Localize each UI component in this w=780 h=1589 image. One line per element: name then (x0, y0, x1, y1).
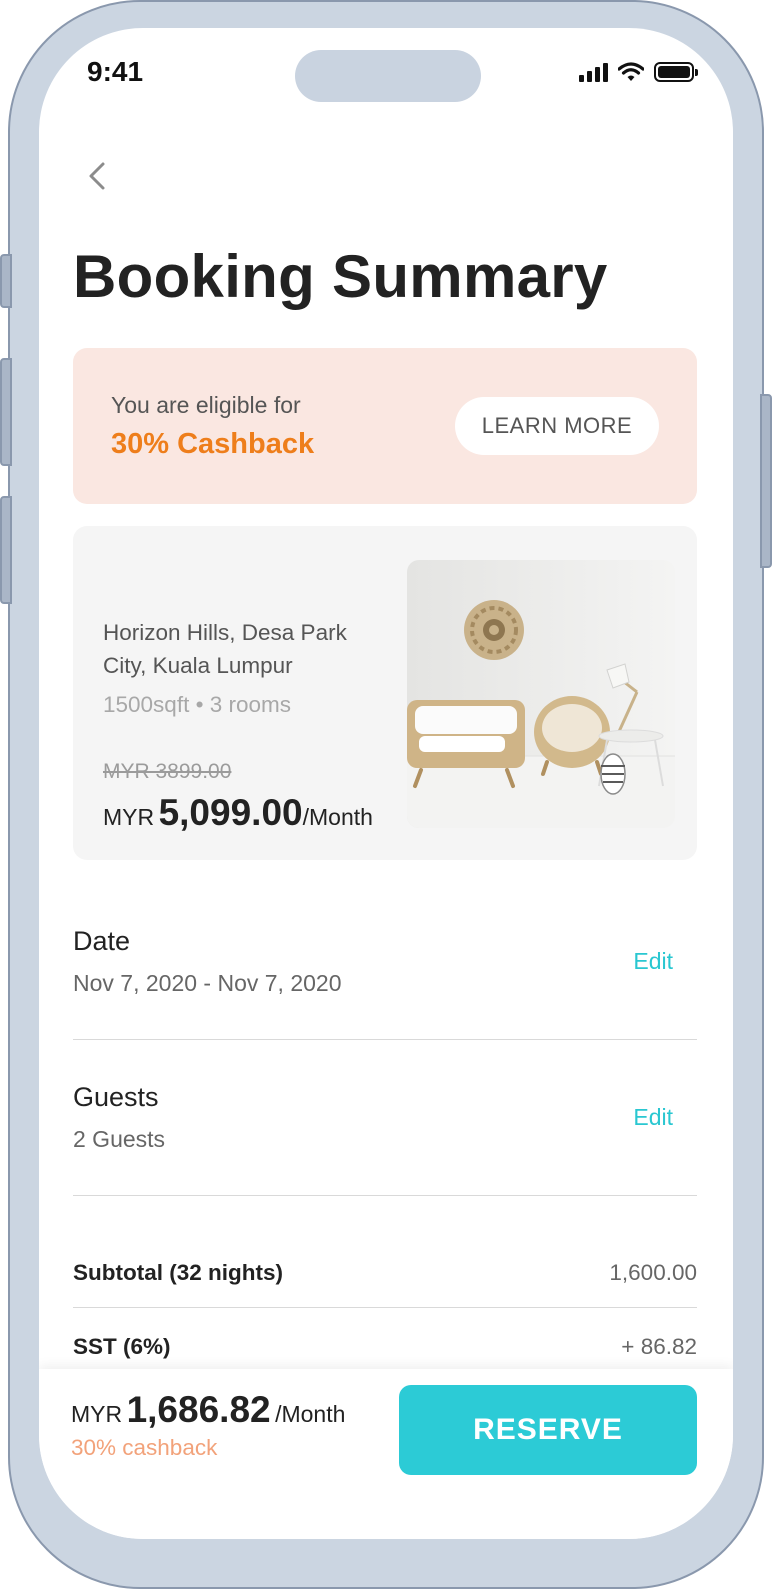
listing-card[interactable]: Horizon Hills, Desa Park City, Kuala Lum… (73, 526, 697, 860)
cashback-banner: You are eligible for 30% Cashback LEARN … (73, 348, 697, 504)
guests-section: Guests 2 Guests Edit (73, 1082, 697, 1162)
sst-value: + 86.82 (621, 1334, 697, 1359)
bottom-bar: MYR 1,686.82 /Month 30% cashback RESERVE (39, 1369, 733, 1539)
date-edit-link[interactable]: Edit (633, 948, 673, 975)
banner-cashback-text: 30% Cashback (111, 428, 315, 460)
phone-power-button (760, 394, 772, 568)
divider (73, 1307, 697, 1308)
subtotal-label: Subtotal (32 nights) (73, 1260, 283, 1285)
page-title: Booking Summary (73, 243, 608, 310)
listing-price-period: /Month (302, 804, 373, 830)
reserve-button[interactable]: RESERVE (399, 1385, 697, 1475)
app-screen: 9:41 Booking Summary You are eligible fo… (39, 28, 733, 1539)
subtotal-value: 1,600.00 (609, 1260, 697, 1285)
sst-row: SST (6%) + 86.82 (73, 1334, 697, 1368)
total-cashback: 30% cashback (71, 1435, 218, 1460)
sst-label: SST (6%) (73, 1334, 171, 1359)
listing-price-currency: MYR (103, 804, 155, 830)
listing-address: Horizon Hills, Desa Park City, Kuala Lum… (103, 620, 347, 678)
phone-action-button (0, 254, 12, 308)
guests-edit-link[interactable]: Edit (633, 1104, 673, 1131)
divider (73, 1039, 697, 1040)
listing-price-amount: 5,099.00 (158, 792, 303, 833)
total-amount: 1,686.82 (126, 1389, 271, 1430)
cellular-signal-icon (579, 62, 608, 82)
total-period: /Month (275, 1401, 346, 1427)
divider (73, 1195, 697, 1196)
battery-icon (654, 62, 698, 82)
guests-label: Guests (73, 1082, 159, 1112)
date-section: Date Nov 7, 2020 - Nov 7, 2020 Edit (73, 926, 697, 1006)
banner-eligible-text: You are eligible for (111, 392, 301, 418)
listing-price: MYR 5,099.00/Month (103, 792, 373, 834)
subtotal-row: Subtotal (32 nights) 1,600.00 (73, 1260, 697, 1294)
total-price: MYR 1,686.82 /Month (71, 1389, 345, 1431)
total-currency: MYR (71, 1401, 123, 1427)
back-arrow-icon[interactable] (79, 156, 119, 196)
wall-ornament (464, 600, 524, 660)
date-value: Nov 7, 2020 - Nov 7, 2020 (73, 970, 342, 996)
phone-volume-up-button (0, 358, 12, 466)
phone-volume-down-button (0, 496, 12, 604)
status-icons (579, 60, 698, 84)
guests-value: 2 Guests (73, 1126, 166, 1152)
dynamic-island (295, 50, 481, 102)
wifi-icon (618, 62, 644, 81)
listing-old-price: MYR 3899.00 (103, 760, 232, 783)
listing-meta: 1500sqft • 3 rooms (103, 692, 291, 717)
listing-photo (407, 560, 675, 828)
date-label: Date (73, 926, 131, 956)
status-time: 9:41 (87, 56, 144, 87)
learn-more-button[interactable]: LEARN MORE (455, 397, 659, 455)
armchair-right (534, 696, 610, 776)
